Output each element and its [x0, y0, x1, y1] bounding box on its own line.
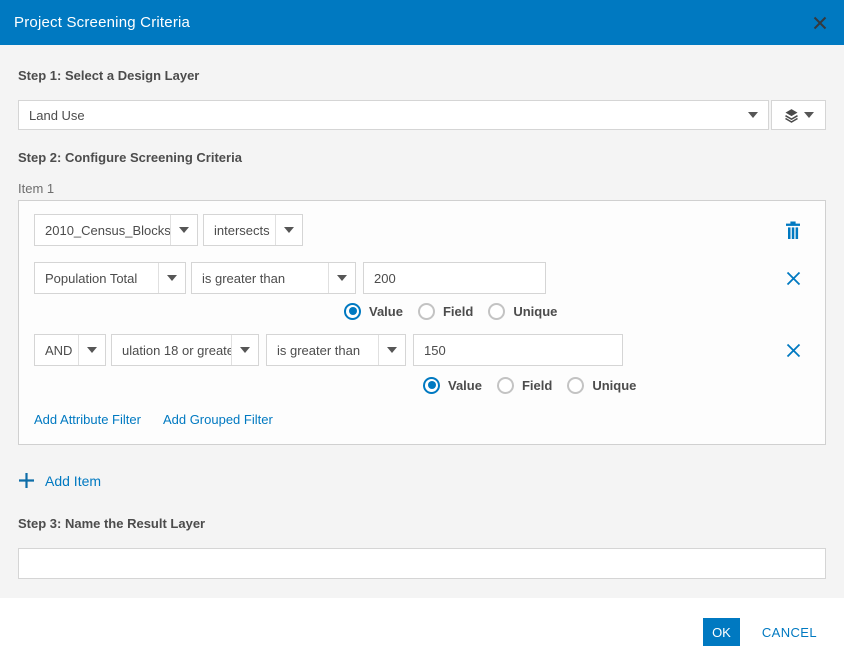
x-icon: [786, 271, 801, 286]
dialog-header: Project Screening Criteria: [0, 0, 844, 45]
filter-value-input[interactable]: [363, 262, 546, 294]
cancel-button[interactable]: CANCEL: [762, 625, 817, 640]
chevron-down-icon: [179, 227, 189, 233]
radio-unselected-icon[interactable]: [418, 303, 435, 320]
filter-links-row: Add Attribute Filter Add Grouped Filter: [34, 412, 811, 427]
chevron-down-icon: [240, 347, 250, 353]
filter-value-input[interactable]: [413, 334, 623, 366]
ok-button[interactable]: OK: [703, 618, 740, 646]
radio-option-value[interactable]: Value: [423, 377, 482, 394]
spatial-operator-select[interactable]: intersects: [203, 214, 303, 246]
conjunction-value: AND: [35, 335, 78, 365]
close-button[interactable]: [810, 13, 830, 33]
attribute-filter-row: AND ulation 18 or greater is greater tha…: [34, 334, 811, 366]
radio-label[interactable]: Field: [443, 304, 473, 319]
radio-selected-icon[interactable]: [344, 303, 361, 320]
value-type-radio-group: Value Field Unique: [423, 376, 811, 394]
radio-unselected-icon[interactable]: [497, 377, 514, 394]
radio-selected-icon[interactable]: [423, 377, 440, 394]
filter-field-value: ulation 18 or greater: [112, 335, 231, 365]
add-item-label: Add Item: [45, 473, 101, 489]
step2-label: Step 2: Configure Screening Criteria: [18, 150, 826, 165]
trash-icon: [785, 221, 801, 240]
filter-operator-value: is greater than: [267, 335, 378, 365]
target-layer-value: 2010_Census_Blocks: [35, 215, 170, 245]
chevron-down-icon: [337, 275, 347, 281]
radio-option-value[interactable]: Value: [344, 303, 403, 320]
x-icon: [786, 343, 801, 358]
radio-option-unique[interactable]: Unique: [488, 303, 557, 320]
remove-filter-button[interactable]: [786, 343, 801, 358]
radio-unselected-icon[interactable]: [488, 303, 505, 320]
add-item-button[interactable]: Add Item: [18, 472, 101, 489]
dialog-footer: OK CANCEL: [0, 598, 844, 666]
conjunction-select[interactable]: AND: [34, 334, 106, 366]
target-layer-select[interactable]: 2010_Census_Blocks: [34, 214, 198, 246]
filter-operator-value: is greater than: [192, 263, 328, 293]
close-icon: [812, 15, 828, 31]
radio-option-field[interactable]: Field: [497, 377, 552, 394]
add-grouped-filter-link[interactable]: Add Grouped Filter: [163, 412, 273, 427]
filter-operator-select[interactable]: is greater than: [191, 262, 356, 294]
chevron-down-icon: [387, 347, 397, 353]
radio-label[interactable]: Field: [522, 378, 552, 393]
chevron-down-icon: [87, 347, 97, 353]
chevron-down-icon: [804, 112, 814, 118]
dialog-body: Step 1: Select a Design Layer Land Use S…: [0, 45, 844, 598]
plus-icon: [18, 472, 35, 489]
filter-field-select[interactable]: ulation 18 or greater: [111, 334, 259, 366]
filter-operator-select[interactable]: is greater than: [266, 334, 406, 366]
chevron-down-icon: [284, 227, 294, 233]
add-attribute-filter-link[interactable]: Add Attribute Filter: [34, 412, 141, 427]
filter-field-value: Population Total: [35, 263, 158, 293]
filter-field-select[interactable]: Population Total: [34, 262, 186, 294]
step3-label: Step 3: Name the Result Layer: [18, 516, 826, 531]
radio-option-unique[interactable]: Unique: [567, 377, 636, 394]
chevron-down-icon: [167, 275, 177, 281]
design-layer-row: Land Use: [18, 100, 826, 130]
design-layer-select[interactable]: Land Use: [18, 100, 769, 130]
dialog-title: Project Screening Criteria: [14, 14, 190, 31]
value-type-radio-group: Value Field Unique: [344, 302, 811, 320]
layers-icon: [784, 108, 799, 123]
radio-label[interactable]: Value: [369, 304, 403, 319]
project-screening-criteria-dialog: Project Screening Criteria Step 1: Selec…: [0, 0, 844, 666]
design-layer-value: Land Use: [19, 101, 738, 129]
radio-label[interactable]: Value: [448, 378, 482, 393]
delete-item-button[interactable]: [785, 221, 801, 240]
chevron-down-icon: [748, 112, 758, 118]
spatial-criteria-row: 2010_Census_Blocks intersects: [34, 214, 811, 246]
layer-picker-button[interactable]: [771, 100, 826, 130]
result-layer-name-input[interactable]: [18, 548, 826, 579]
radio-unselected-icon[interactable]: [567, 377, 584, 394]
item-label: Item 1: [18, 181, 826, 196]
radio-option-field[interactable]: Field: [418, 303, 473, 320]
remove-filter-button[interactable]: [786, 271, 801, 286]
radio-label[interactable]: Unique: [592, 378, 636, 393]
screening-item-card: 2010_Census_Blocks intersects: [18, 200, 826, 445]
attribute-filter-row: Population Total is greater than: [34, 262, 811, 294]
step1-label: Step 1: Select a Design Layer: [18, 45, 826, 83]
radio-label[interactable]: Unique: [513, 304, 557, 319]
spatial-operator-value: intersects: [204, 215, 275, 245]
